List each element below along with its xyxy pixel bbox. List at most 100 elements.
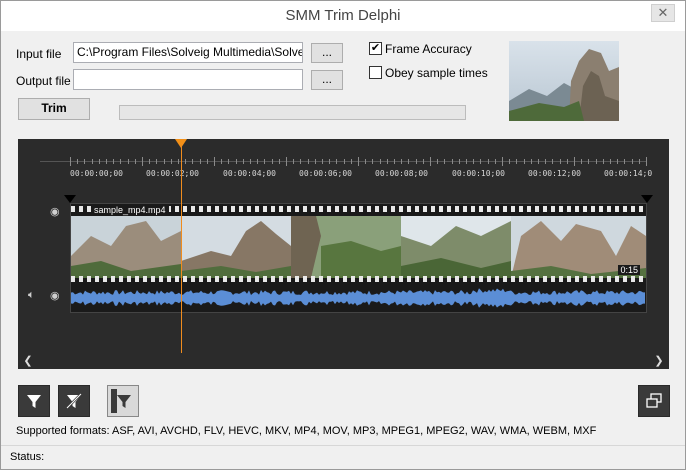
video-preview xyxy=(509,41,619,121)
video-track[interactable]: sample_mp4.mp4 0:15 xyxy=(70,203,647,313)
window-title: SMM Trim Delphi xyxy=(285,7,401,24)
restore-window-button[interactable] xyxy=(638,385,670,417)
timeline-panel[interactable]: 00:00:00;00 00:00:02;00 00:00:04;00 00:0… xyxy=(18,139,669,369)
ruler-tick xyxy=(602,159,604,164)
tick-label: 00:00:02;00 xyxy=(146,169,199,178)
ruler-tick xyxy=(509,159,511,164)
ruler-tick xyxy=(473,159,475,164)
scroll-right-arrow-icon[interactable]: ❯ xyxy=(651,353,667,369)
ruler-tick xyxy=(401,159,403,164)
ruler-tick xyxy=(199,159,201,164)
ruler-tick xyxy=(70,157,71,166)
title-bar: SMM Trim Delphi ✕ xyxy=(1,1,685,31)
tick-label: 00:00:10;00 xyxy=(452,169,505,178)
ruler-tick xyxy=(350,159,352,164)
ruler-tick xyxy=(437,159,439,164)
filter-toggle-button[interactable] xyxy=(107,385,139,417)
ruler-tick xyxy=(134,159,136,164)
audio-waveform xyxy=(71,288,645,308)
ruler-tick xyxy=(307,159,309,164)
ruler-tick xyxy=(559,159,561,164)
filter-icon xyxy=(27,395,41,408)
ruler-tick xyxy=(487,159,489,164)
ruler-tick xyxy=(278,159,280,164)
ruler-tick xyxy=(286,157,287,166)
ruler-tick xyxy=(638,159,640,164)
no-filter-icon xyxy=(66,393,82,409)
playhead-line xyxy=(181,145,182,353)
frame-accuracy-checkbox[interactable]: ✔ xyxy=(369,42,382,55)
ruler-tick xyxy=(588,159,590,164)
trim-button[interactable]: Trim xyxy=(18,98,90,120)
ruler-tick xyxy=(458,159,460,164)
frame-accuracy-label: Frame Accuracy xyxy=(385,42,472,56)
end-marker[interactable] xyxy=(641,195,653,203)
ruler-tick xyxy=(394,159,395,164)
filter-button[interactable] xyxy=(18,385,50,417)
ruler-tick xyxy=(84,159,86,164)
ruler-tick xyxy=(163,159,165,164)
ruler-tick xyxy=(466,159,467,164)
ruler-tick xyxy=(545,159,547,164)
browse-output-button[interactable]: ... xyxy=(311,70,343,90)
output-file-field[interactable] xyxy=(73,69,303,90)
ruler-tick xyxy=(358,157,359,166)
ruler-tick xyxy=(98,159,100,164)
ruler-tick xyxy=(415,159,417,164)
ruler-tick xyxy=(235,159,237,164)
clip-end-time: 0:15 xyxy=(618,265,640,275)
start-marker[interactable] xyxy=(64,195,76,203)
ruler-tick xyxy=(523,159,525,164)
video-visibility-eye-icon[interactable]: ◉ xyxy=(50,205,60,218)
ruler-tick xyxy=(214,157,215,166)
ruler-tick xyxy=(386,159,388,164)
timeline-scrollbar[interactable]: ❮ ❯ xyxy=(18,353,669,369)
ruler-tick xyxy=(408,159,410,164)
ruler-tick xyxy=(264,159,266,164)
ruler-tick xyxy=(149,159,151,164)
supported-formats-text: Supported formats: ASF, AVI, AVCHD, FLV,… xyxy=(16,425,597,437)
ruler-tick xyxy=(451,159,453,164)
obey-sample-times-checkbox[interactable] xyxy=(369,66,382,79)
scroll-left-arrow-icon[interactable]: ❮ xyxy=(20,353,36,369)
video-thumbnails xyxy=(71,216,646,278)
close-button[interactable]: ✕ xyxy=(651,4,675,22)
output-file-label: Output file xyxy=(16,74,71,88)
ruler-tick xyxy=(631,159,633,164)
ruler-tick xyxy=(516,159,518,164)
ruler-tick xyxy=(624,159,626,164)
ruler-tick xyxy=(538,159,539,164)
ruler-tick xyxy=(106,159,107,164)
ruler-tick xyxy=(329,159,331,164)
ruler-tick xyxy=(242,159,244,164)
speaker-icon[interactable]: 🔈︎ xyxy=(28,289,35,302)
ruler-tick xyxy=(142,157,143,166)
ruler-tick xyxy=(192,159,194,164)
ruler-tick xyxy=(228,159,230,164)
ruler-tick xyxy=(617,159,619,164)
ruler-tick xyxy=(494,159,496,164)
tick-label: 00:00:08;00 xyxy=(375,169,428,178)
ruler-tick xyxy=(379,159,381,164)
ruler-tick xyxy=(430,157,431,166)
tick-label: 00:00:12;00 xyxy=(528,169,581,178)
ruler-tick xyxy=(206,159,208,164)
ruler-tick xyxy=(300,159,302,164)
ruler-tick xyxy=(610,159,611,164)
ruler-tick xyxy=(365,159,367,164)
status-label: Status: xyxy=(10,451,45,463)
ruler-tick xyxy=(444,159,446,164)
status-bar: Status: xyxy=(1,445,685,469)
input-file-field[interactable]: C:\Program Files\Solveig Multimedia\Solv… xyxy=(73,42,303,63)
no-filter-button[interactable] xyxy=(58,385,90,417)
obey-sample-times-label: Obey sample times xyxy=(385,66,488,80)
restore-window-icon xyxy=(646,393,662,408)
input-file-label: Input file xyxy=(16,47,62,61)
ruler-tick xyxy=(293,159,295,164)
ruler-tick xyxy=(530,159,532,164)
ruler-tick xyxy=(178,159,179,164)
browse-input-button[interactable]: ... xyxy=(311,43,343,63)
trim-progress-bar xyxy=(119,105,466,120)
audio-visibility-eye-icon[interactable]: ◉ xyxy=(50,289,60,302)
ruler-tick xyxy=(257,159,259,164)
